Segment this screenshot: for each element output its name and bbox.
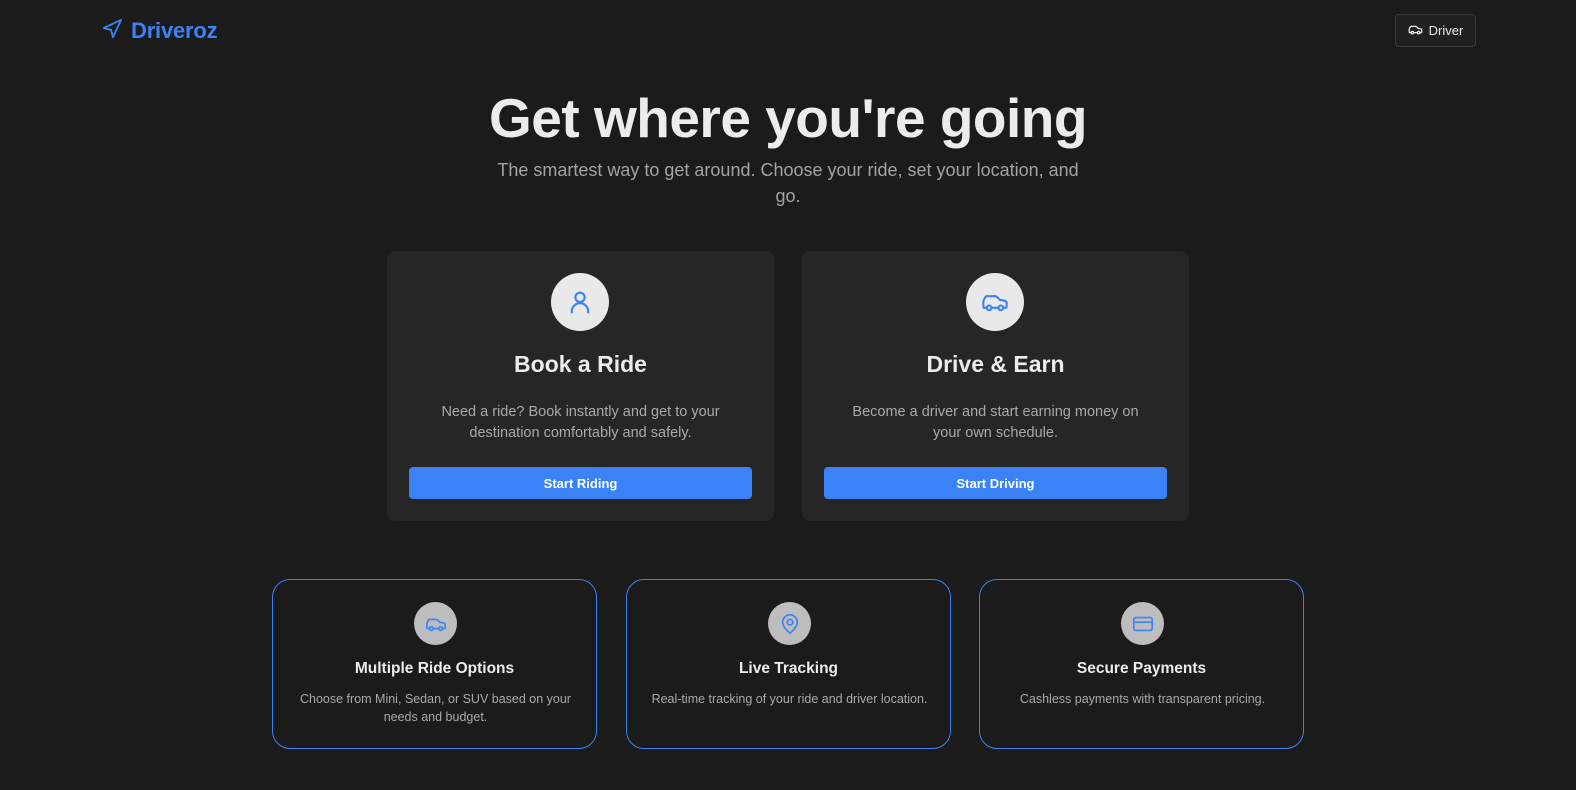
feature-description: Choose from Mini, Sedan, or SUV based on…: [300, 692, 571, 724]
user-icon: [551, 273, 609, 331]
hero-title: Get where you're going: [488, 87, 1088, 149]
brand-name: Driveroz: [131, 18, 218, 43]
map-pin-icon: [768, 602, 811, 645]
card-title: Drive & Earn: [926, 351, 1065, 377]
drive-earn-card: Drive & Earn Become a driver and start e…: [802, 251, 1189, 521]
driver-button[interactable]: Driver: [1395, 14, 1476, 47]
feature-description: Cashless payments with transparent prici…: [1019, 692, 1266, 706]
feature-title: Live Tracking: [738, 660, 839, 677]
feature-live-tracking: Live Tracking Real-time tracking of your…: [626, 579, 951, 749]
car-icon: [1408, 22, 1423, 40]
car-icon: [966, 273, 1024, 331]
card-description: Become a driver and start earning money …: [852, 404, 1139, 441]
credit-card-icon: [1121, 602, 1164, 645]
card-title: Book a Ride: [514, 351, 647, 377]
card-description: Need a ride? Book instantly and get to y…: [441, 404, 720, 441]
book-ride-card: Book a Ride Need a ride? Book instantly …: [387, 251, 774, 521]
feature-title: Multiple Ride Options: [354, 660, 515, 677]
start-driving-button[interactable]: Start Driving: [824, 467, 1167, 499]
car-icon: [414, 602, 457, 645]
feature-secure-payments: Secure Payments Cashless payments with t…: [979, 579, 1304, 749]
feature-title: Secure Payments: [1076, 660, 1207, 677]
top-navigation: Driveroz Driver: [0, 0, 1576, 62]
start-riding-button[interactable]: Start Riding: [409, 467, 752, 499]
navigation-arrow-icon: [101, 18, 123, 45]
driver-button-label: Driver: [1428, 23, 1464, 38]
brand-logo-link[interactable]: Driveroz: [101, 17, 218, 45]
feature-multiple-ride-options: Multiple Ride Options Choose from Mini, …: [272, 579, 597, 749]
feature-description: Real-time tracking of your ride and driv…: [651, 692, 928, 706]
hero-subtitle: The smartest way to get around. Choose y…: [497, 160, 1079, 206]
